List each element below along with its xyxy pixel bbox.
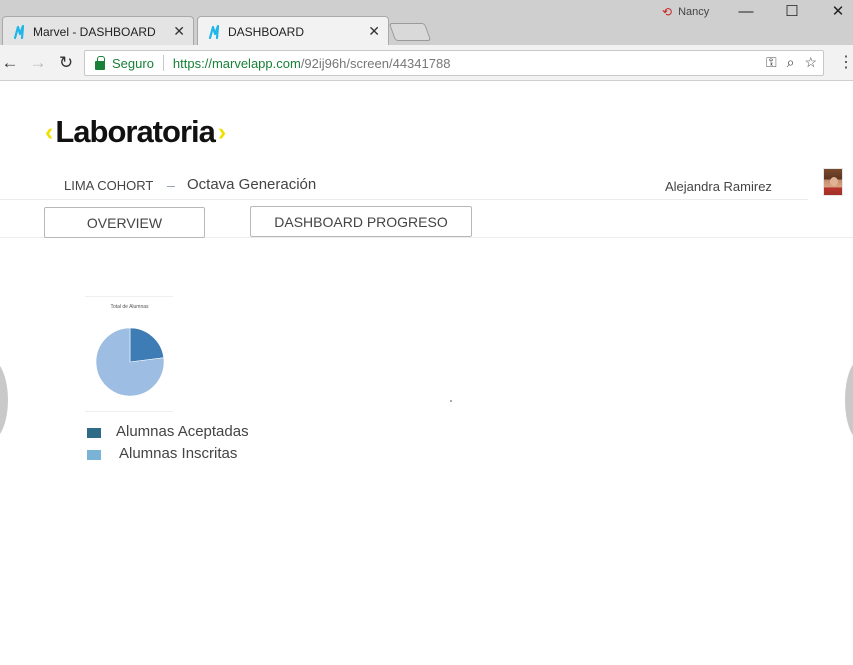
marvel-logo-icon	[208, 24, 220, 40]
lock-icon	[95, 55, 105, 70]
legend-label: Alumnas Inscritas	[119, 445, 238, 462]
key-icon[interactable]: ⚿	[766, 54, 777, 71]
previous-screen-arrow[interactable]	[0, 360, 8, 440]
close-tab-icon[interactable]: ✕	[173, 23, 185, 39]
dashboard-progreso-tab-button[interactable]: DASHBOARD PROGRESO	[250, 206, 472, 237]
legend-swatch	[87, 427, 101, 438]
user-name: Alejandra Ramirez	[665, 179, 772, 194]
reload-icon[interactable]: ↻	[56, 53, 76, 73]
forward-arrow-icon[interactable]: →	[28, 53, 48, 73]
address-bar[interactable]: Seguro https://marvelapp.com/92ij96h/scr…	[84, 50, 824, 76]
divider	[0, 199, 808, 200]
divider	[167, 179, 175, 187]
secure-label: Seguro	[112, 55, 154, 71]
avatar[interactable]	[823, 168, 843, 196]
url-path: /92ij96h/screen/44341788	[300, 55, 451, 71]
marvel-logo-icon	[13, 24, 25, 40]
window-close-icon[interactable]: ✕	[828, 2, 848, 22]
laboratoria-logo[interactable]: ‹ Laboratoria ›	[42, 114, 228, 150]
page-dot	[450, 400, 452, 402]
cohort-label: LIMA COHORT	[64, 178, 154, 193]
pie-slice-aceptadas	[129, 327, 165, 363]
chevron-left-icon: ‹	[45, 117, 53, 146]
browser-tab-marvel[interactable]: Marvel - DASHBOARD ✕	[2, 16, 194, 46]
url-host: https://marvelapp.com	[172, 55, 301, 71]
logo-text: Laboratoria	[55, 114, 216, 149]
profile-name: Nancy	[678, 6, 710, 18]
legend-label: Alumnas Aceptadas	[116, 423, 249, 440]
page-content: ‹ Laboratoria › LIMA COHORT Octava Gener…	[0, 82, 853, 665]
profile-sync-icon: ⟲	[662, 5, 673, 19]
pie-chart-card: Total de Alumnas	[44, 296, 215, 412]
browser-tab-dashboard[interactable]: DASHBOARD ✕	[197, 16, 389, 46]
maximize-icon[interactable]: ☐	[782, 2, 802, 22]
legend-item: Alumnas Inscritas	[87, 445, 237, 462]
legend-item: Alumnas Aceptadas	[87, 423, 249, 440]
new-tab-button[interactable]	[388, 23, 432, 41]
generation-label: Octava Generación	[187, 176, 317, 193]
overview-tab-button[interactable]: OVERVIEW	[44, 207, 205, 238]
star-icon[interactable]: ☆	[804, 54, 817, 71]
pie-chart	[95, 327, 165, 397]
legend-swatch	[87, 449, 101, 460]
profile-button[interactable]: ⟲ Nancy	[662, 5, 709, 19]
close-tab-icon[interactable]: ✕	[368, 23, 380, 39]
back-arrow-icon[interactable]: ←	[0, 53, 20, 73]
menu-dots-icon[interactable]: ⋮	[838, 53, 853, 73]
zoom-icon[interactable]: ⌕	[787, 54, 795, 71]
tab-title: Marvel - DASHBOARD	[33, 24, 156, 39]
next-screen-arrow[interactable]	[845, 360, 853, 440]
chevron-right-icon: ›	[217, 117, 226, 146]
browser-tab-bar: Marvel - DASHBOARD ✕ DASHBOARD ✕ ⟲ Nancy…	[0, 0, 853, 46]
tab-title: DASHBOARD	[228, 24, 305, 39]
browser-toolbar: ← → ↻ Seguro https://marvelapp.com/92ij9…	[0, 45, 853, 81]
minimize-icon[interactable]: —	[736, 2, 756, 22]
divider	[162, 55, 164, 71]
